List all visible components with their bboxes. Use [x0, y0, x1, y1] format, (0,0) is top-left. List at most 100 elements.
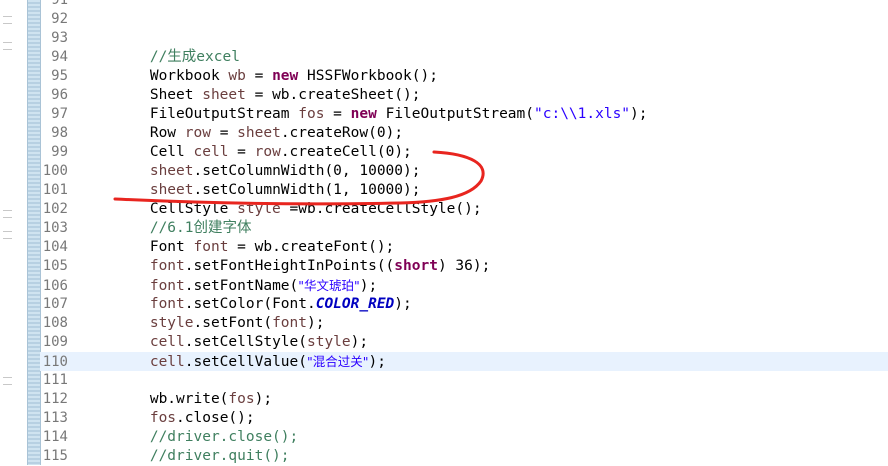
- code-text: Sheet sheet = wb.createSheet();: [80, 87, 421, 103]
- code-token: fos: [298, 106, 325, 122]
- code-line[interactable]: 104 Font font = wb.createFont();: [40, 238, 888, 257]
- code-token: );: [307, 315, 325, 331]
- code-line[interactable]: 96 Sheet sheet = wb.createSheet();: [40, 86, 888, 105]
- code-token: );: [394, 296, 412, 312]
- code-line[interactable]: 110 cell.setCellValue("混合过关");: [40, 352, 888, 371]
- code-token: font: [149, 296, 185, 312]
- code-token: Row: [80, 125, 185, 141]
- code-token: FileOutputStream: [80, 106, 299, 122]
- code-token: );: [254, 391, 273, 407]
- code-text: //driver.quit();: [80, 448, 290, 464]
- code-token: wb.write(: [80, 391, 229, 407]
- ruler-marker: [3, 42, 12, 50]
- code-text: font.setFontName("华文琥珀");: [80, 278, 377, 294]
- line-number: 94: [51, 49, 68, 65]
- code-line[interactable]: 107 font.setColor(Font.COLOR_RED);: [40, 295, 888, 314]
- code-text: style.setFont(font);: [80, 315, 325, 331]
- code-token: .setColor(Font.: [184, 296, 316, 312]
- code-token: );: [368, 354, 386, 370]
- code-token: Cell: [80, 144, 194, 160]
- code-token: sheet: [202, 87, 246, 103]
- line-number: 102: [42, 201, 68, 217]
- code-token: = wb.createFont();: [228, 239, 395, 255]
- code-line[interactable]: 97 FileOutputStream fos = new FileOutput…: [40, 105, 888, 124]
- code-token: =: [324, 106, 351, 122]
- code-token: //生成excel: [149, 49, 240, 65]
- code-token: "c:\\1.xls": [534, 106, 631, 122]
- code-token: new: [350, 106, 377, 122]
- line-number: 108: [42, 315, 68, 331]
- code-line[interactable]: 102 CellStyle style =wb.createCellStyle(…: [40, 200, 888, 219]
- line-number: 111: [42, 372, 68, 388]
- line-number: 113: [42, 410, 68, 426]
- code-text: sheet.setColumnWidth(1, 10000);: [80, 182, 421, 198]
- line-number: 106: [42, 278, 68, 294]
- code-token: .setCellValue(: [184, 354, 307, 370]
- code-line[interactable]: 94 //生成excel: [40, 48, 888, 67]
- code-token: =: [210, 125, 238, 141]
- code-line[interactable]: 91: [40, 0, 888, 10]
- line-number: 104: [42, 239, 68, 255]
- code-token: =wb.createCellStyle();: [280, 201, 482, 217]
- code-editor[interactable]: 91 92 93 94 //生成excel 95 Workbook wb = new H…: [0, 0, 888, 465]
- line-number: 96: [51, 87, 68, 103]
- code-text: sheet.setColumnWidth(0, 10000);: [80, 163, 421, 179]
- code-line[interactable]: 115 //driver.quit();: [40, 447, 888, 466]
- code-text: wb.write(fos);: [80, 391, 272, 407]
- code-line[interactable]: 111: [40, 371, 888, 390]
- ruler-marker: [3, 377, 12, 385]
- code-line[interactable]: 93: [40, 29, 888, 48]
- line-number: 98: [51, 125, 68, 141]
- code-line[interactable]: 100 sheet.setColumnWidth(0, 10000);: [40, 162, 888, 181]
- line-number: 112: [42, 391, 68, 407]
- code-token: .setFontName(: [184, 278, 299, 294]
- code-token: FileOutputStream(: [376, 106, 534, 122]
- code-token: .close();: [176, 410, 255, 426]
- code-text: Workbook wb = new HSSFWorkbook();: [80, 68, 438, 84]
- code-token: HSSFWorkbook();: [298, 68, 438, 84]
- line-number: 100: [42, 163, 68, 179]
- code-token: //driver.quit();: [149, 448, 290, 464]
- code-line[interactable]: 101 sheet.setColumnWidth(1, 10000);: [40, 181, 888, 200]
- code-line[interactable]: 105 font.setFontHeightInPoints((short) 3…: [40, 257, 888, 276]
- code-line[interactable]: 113 fos.close();: [40, 409, 888, 428]
- code-token: row: [184, 125, 211, 141]
- overview-ruler: [0, 0, 27, 465]
- code-token: =: [245, 68, 273, 84]
- code-token: .setColumnWidth(0, 10000);: [193, 163, 421, 179]
- code-line[interactable]: 103 //6.1创建字体: [40, 219, 888, 238]
- line-number: 114: [42, 429, 68, 445]
- code-line[interactable]: 95 Workbook wb = new HSSFWorkbook();: [40, 67, 888, 86]
- line-number: 95: [51, 68, 68, 84]
- line-number: 92: [51, 11, 68, 27]
- code-line[interactable]: 109 cell.setCellStyle(style);: [40, 333, 888, 352]
- code-text: //driver.close();: [80, 429, 298, 445]
- code-token: cell: [149, 354, 185, 370]
- code-token: //driver.close();: [149, 429, 299, 445]
- code-line[interactable]: 112 wb.write(fos);: [40, 390, 888, 409]
- code-text: cell.setCellValue("混合过关");: [80, 354, 386, 370]
- code-token: );: [350, 334, 369, 350]
- code-token: "混合过关": [306, 354, 369, 369]
- line-number: 110: [42, 354, 68, 370]
- line-number: 93: [51, 30, 68, 46]
- code-line[interactable]: 92: [40, 10, 888, 29]
- line-number: 115: [42, 448, 68, 464]
- line-number: 97: [51, 106, 68, 122]
- code-line[interactable]: 99 Cell cell = row.createCell(0);: [40, 143, 888, 162]
- code-token: style: [306, 334, 351, 350]
- code-line[interactable]: 114 //driver.close();: [40, 428, 888, 447]
- code-text: font.setColor(Font.COLOR_RED);: [80, 296, 412, 312]
- code-lines[interactable]: 91 92 93 94 //生成excel 95 Workbook wb = new H…: [40, 0, 888, 466]
- code-line[interactable]: 108 style.setFont(font);: [40, 314, 888, 333]
- code-line[interactable]: 98 Row row = sheet.createRow(0);: [40, 124, 888, 143]
- code-line[interactable]: 106 font.setFontName("华文琥珀");: [40, 276, 888, 295]
